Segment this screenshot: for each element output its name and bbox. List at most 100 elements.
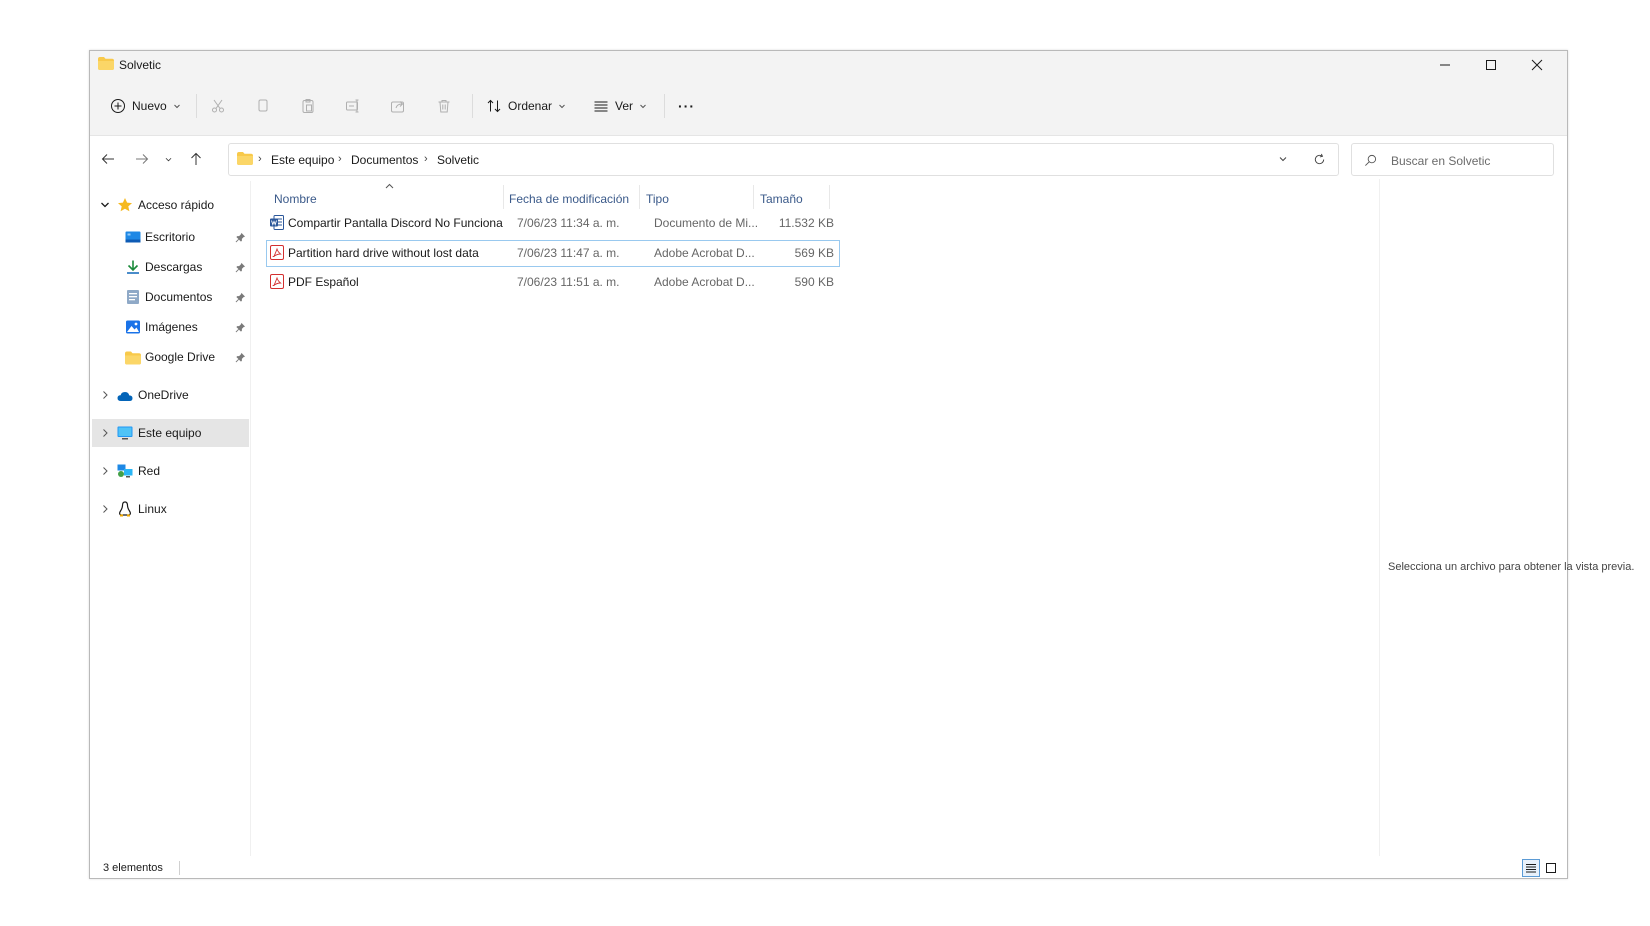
nav-item-onedrive[interactable]: OneDrive bbox=[92, 381, 249, 409]
nav-item-imagenes[interactable]: Imágenes bbox=[92, 313, 249, 341]
star-icon bbox=[118, 198, 132, 212]
paste-button[interactable] bbox=[300, 88, 316, 124]
network-icon bbox=[117, 464, 133, 478]
file-explorer-window: Solvetic Nuevo Ordenar Ver ··· › Este eq… bbox=[89, 50, 1634, 880]
breadcrumb-separator[interactable]: › bbox=[338, 153, 342, 165]
sort-button[interactable]: Ordenar bbox=[486, 88, 566, 124]
search-placeholder: Buscar en Solvetic bbox=[1391, 154, 1491, 168]
preview-message: Selecciona un archivo para obtener la vi… bbox=[1388, 561, 1635, 573]
minimize-button[interactable] bbox=[1422, 51, 1468, 79]
column-divider[interactable] bbox=[829, 185, 830, 209]
breadcrumb-separator[interactable]: › bbox=[258, 153, 262, 165]
file-list: Nombre Fecha de modificación Tipo Tamaño… bbox=[252, 179, 1379, 856]
nav-label: Descargas bbox=[145, 260, 203, 274]
trash-icon bbox=[438, 100, 450, 113]
rename-button[interactable] bbox=[345, 88, 361, 124]
copy-button[interactable] bbox=[255, 88, 271, 124]
nav-item-acceso-rapido[interactable]: Acceso rápido bbox=[92, 191, 249, 219]
sort-icon bbox=[487, 99, 501, 113]
window-title: Solvetic bbox=[119, 58, 162, 72]
nav-label: Documentos bbox=[145, 290, 213, 304]
nav-label: OneDrive bbox=[138, 388, 189, 402]
sort-button-label: Ordenar bbox=[508, 99, 553, 113]
column-divider[interactable] bbox=[753, 185, 754, 209]
forward-button[interactable] bbox=[128, 145, 156, 173]
back-button[interactable] bbox=[94, 145, 122, 173]
table-row[interactable]: Partition hard drive without lost data 7… bbox=[266, 240, 840, 267]
pictures-icon bbox=[126, 320, 140, 334]
column-header-type[interactable]: Tipo bbox=[646, 192, 669, 206]
nav-item-google-drive[interactable]: Google Drive bbox=[92, 343, 249, 371]
arrow-left-icon bbox=[101, 154, 114, 164]
copy-icon bbox=[258, 99, 268, 112]
column-header-date[interactable]: Fecha de modificación bbox=[509, 192, 629, 206]
chevron-down-icon[interactable] bbox=[1278, 154, 1288, 164]
breadcrumb-solvetic[interactable]: Solvetic bbox=[437, 153, 479, 167]
nav-item-linux[interactable]: Linux bbox=[92, 495, 249, 523]
column-header-size[interactable]: Tamaño bbox=[760, 192, 803, 206]
column-header-name[interactable]: Nombre bbox=[274, 192, 317, 206]
status-bar: 3 elementos bbox=[90, 856, 1567, 880]
share-button[interactable] bbox=[390, 88, 406, 124]
plus-circle-icon bbox=[111, 99, 125, 113]
nav-label: Este equipo bbox=[138, 426, 202, 440]
table-row[interactable]: Compartir Pantalla Discord No Funciona 7… bbox=[266, 210, 840, 237]
pin-icon bbox=[235, 262, 246, 273]
nav-item-red[interactable]: Red bbox=[92, 457, 249, 485]
more-options-button[interactable]: ··· bbox=[678, 88, 695, 124]
search-box[interactable]: Buscar en Solvetic bbox=[1351, 143, 1554, 176]
large-icons-view-icon bbox=[1546, 863, 1556, 873]
folder-icon bbox=[98, 57, 114, 70]
up-button[interactable] bbox=[182, 145, 210, 173]
chevron-right-icon[interactable] bbox=[100, 504, 110, 514]
breadcrumb-separator[interactable]: › bbox=[424, 153, 428, 165]
maximize-button[interactable] bbox=[1468, 51, 1514, 79]
breadcrumb-este-equipo[interactable]: Este equipo bbox=[271, 153, 334, 167]
scissors-icon bbox=[212, 99, 224, 113]
linux-icon bbox=[119, 501, 131, 517]
nav-label: Acceso rápido bbox=[138, 198, 215, 212]
new-button[interactable]: Nuevo bbox=[110, 88, 181, 124]
more-options-label: ··· bbox=[678, 98, 695, 114]
recent-locations-button[interactable] bbox=[158, 145, 178, 173]
address-bar[interactable]: › Este equipo › Documentos › Solvetic bbox=[228, 143, 1339, 176]
documents-icon bbox=[127, 290, 139, 304]
nav-label: Google Drive bbox=[145, 350, 216, 364]
view-button-label: Ver bbox=[615, 99, 634, 113]
file-size: 11.532 KB bbox=[778, 216, 834, 230]
search-icon bbox=[1365, 154, 1377, 166]
chevron-right-icon[interactable] bbox=[100, 466, 110, 476]
chevron-right-icon[interactable] bbox=[100, 428, 110, 438]
cut-button[interactable] bbox=[210, 88, 226, 124]
nav-item-documentos[interactable]: Documentos bbox=[92, 283, 249, 311]
chevron-down-icon[interactable] bbox=[100, 200, 110, 210]
delete-button[interactable] bbox=[436, 88, 452, 124]
nav-label: Escritorio bbox=[145, 230, 196, 244]
tiles-view-button[interactable] bbox=[1542, 859, 1560, 877]
refresh-icon[interactable] bbox=[1313, 153, 1326, 166]
details-view-button[interactable] bbox=[1522, 859, 1540, 877]
nav-item-escritorio[interactable]: Escritorio bbox=[92, 223, 249, 251]
column-divider[interactable] bbox=[639, 185, 640, 209]
table-row[interactable]: PDF Español 7/06/23 11:51 a. m. Adobe Ac… bbox=[266, 269, 840, 296]
pin-icon bbox=[235, 292, 246, 303]
view-button[interactable]: Ver bbox=[593, 88, 647, 124]
pin-icon bbox=[235, 322, 246, 333]
maximize-icon bbox=[1486, 60, 1496, 70]
address-row: › Este equipo › Documentos › Solvetic Bu… bbox=[90, 139, 1567, 179]
breadcrumb-documentos[interactable]: Documentos bbox=[351, 153, 418, 167]
toolbar-divider bbox=[472, 94, 473, 118]
nav-item-este-equipo[interactable]: Este equipo bbox=[92, 419, 249, 447]
rename-icon bbox=[346, 99, 359, 113]
chevron-right-icon[interactable] bbox=[100, 390, 110, 400]
close-button[interactable] bbox=[1514, 51, 1560, 79]
nav-item-descargas[interactable]: Descargas bbox=[92, 253, 249, 281]
clipboard-icon bbox=[302, 99, 314, 113]
new-button-label: Nuevo bbox=[132, 99, 167, 113]
column-divider[interactable] bbox=[503, 185, 504, 209]
computer-icon bbox=[117, 426, 133, 440]
file-type: Documento de Mi... bbox=[654, 216, 759, 230]
arrow-right-icon bbox=[136, 154, 149, 164]
file-name: PDF Español bbox=[288, 275, 359, 289]
toolbar-divider bbox=[664, 94, 665, 118]
